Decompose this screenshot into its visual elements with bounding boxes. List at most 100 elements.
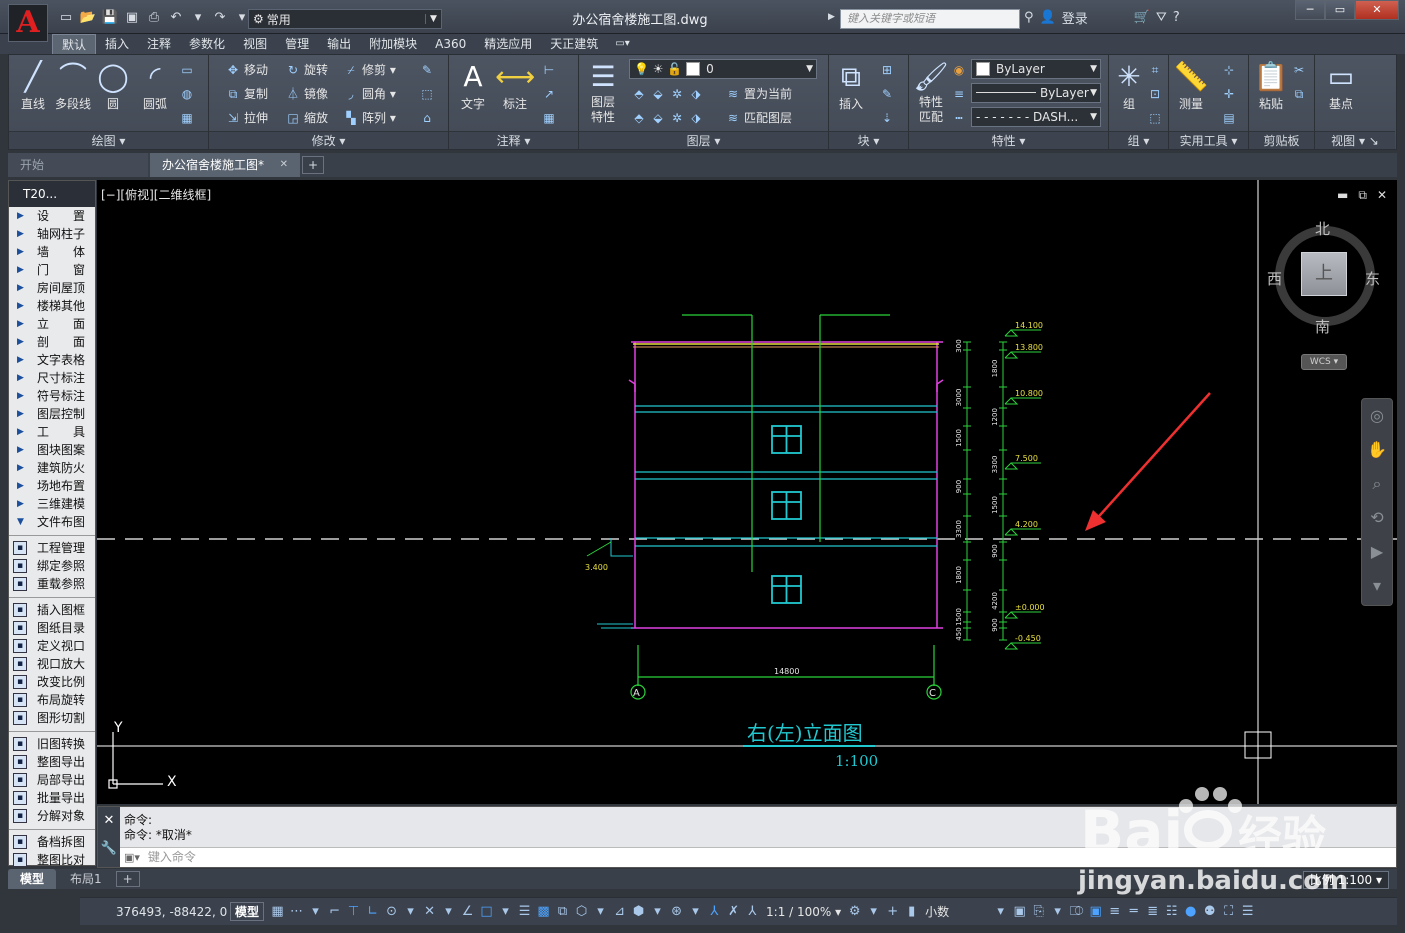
linetype-icon[interactable]: ┅ [951,107,970,129]
selection-filter-icon[interactable]: ⬢ [629,904,648,919]
gizmo-icon[interactable]: ⊛ [667,904,686,919]
workspace-dropdown[interactable]: ⚙ 常用 ▼ [248,9,442,29]
region-button[interactable]: ▦ [179,107,198,129]
clean-screen-icon[interactable]: ≡ [1105,904,1124,919]
group-button[interactable]: ✳ 组 [1109,59,1149,112]
palette-item[interactable]: ▶ 房间屋顶 [9,279,95,297]
annotation-scale-icon[interactable]: ⅄ [743,904,762,919]
lineweight-dropdown[interactable]: ByLayer ▼ [971,83,1101,103]
redo-icon[interactable]: ↷ [210,8,230,28]
drawing-canvas[interactable]: [−][俯视][二维线框] ▬ ⧉ ✕ A C 14800 3.400 300 … [97,180,1397,804]
user-icon[interactable]: 👤 [1040,10,1056,25]
palette-item[interactable]: ▶ 立 面 [9,315,95,333]
close-icon[interactable]: ✕ [98,807,120,835]
cut-button[interactable]: ✂ [1291,59,1310,81]
copy-button[interactable]: ⧉ 复制 [225,83,268,105]
annotation-monitor-icon[interactable]: ═ [1124,904,1143,919]
panel-annotation-title[interactable]: 注释 ▾ [449,131,578,149]
group-edit-button[interactable]: ⊡ [1147,83,1166,105]
dynamic-ucs-icon[interactable]: ⊿ [610,904,629,919]
color-dropdown[interactable]: ByLayer ▼ [971,59,1101,79]
lineweight-icon[interactable]: ≡ [951,83,970,105]
palette-item[interactable]: ▪ 插入图框 [9,601,95,619]
palette-item[interactable]: ▪ 绑定参照 [9,557,95,575]
add-layout-button[interactable]: + [115,871,140,887]
group-select-button[interactable]: ⬚ [1147,107,1166,129]
line-button[interactable]: ╱ 直线 [13,59,53,112]
palette-item[interactable]: ▪ 改变比例 [9,673,95,691]
minimize-icon[interactable]: ─ [1295,0,1325,20]
text-button[interactable]: A 文字 [453,59,493,112]
array-button[interactable]: ▚ 阵列 ▾ [343,107,395,129]
trim-button[interactable]: ⌿ 修剪 ▾ [343,59,395,81]
search-input[interactable]: 键入关键字或短语 [840,9,1020,29]
create-block-button[interactable]: ⊞ [879,59,898,81]
palette-item[interactable]: ▪ 重载参照 [9,575,95,593]
palette-item[interactable]: ▶ 建筑防火 [9,459,95,477]
panel-groups-title[interactable]: 组 ▾ [1109,131,1168,149]
palette-item[interactable]: ▪ 图纸目录 [9,619,95,637]
tab-start[interactable]: 开始 [8,153,148,177]
palette-item[interactable]: ▶ 尺寸标注 [9,369,95,387]
orbit-icon[interactable]: ⟲ [1362,501,1392,535]
object-tracking-icon[interactable]: ∠ [458,904,477,919]
tab-tianzheng[interactable]: 天正建筑 [541,34,607,54]
workspace-switch-icon[interactable]: ⚙ [845,904,864,919]
a360-icon[interactable]: ⛛ [1156,10,1167,25]
paste-button[interactable]: 📋 粘贴 [1251,59,1291,112]
save-as-icon[interactable]: ▣ [122,8,142,28]
compass-west[interactable]: 西 [1267,268,1282,289]
palette-item[interactable]: ▪ 整图导出 [9,753,95,771]
set-current-button[interactable]: ≋ 置为当前 [725,83,792,105]
snap-dropdown-icon[interactable]: ▾ [306,904,325,919]
palette-item[interactable]: ▶ 设 置 [9,207,95,225]
attribute-button[interactable]: ⇣ [879,107,898,129]
polar-icon[interactable]: ⊙ [382,904,401,919]
close-icon[interactable]: ✕ [1355,0,1399,20]
showmotion-icon[interactable]: ▶ [1362,535,1392,569]
match-layer-button[interactable]: ≋ 匹配图层 [725,107,792,129]
zoom-icon[interactable]: ⌕ [1362,467,1392,501]
gizmo-dropdown-icon[interactable]: ▾ [686,904,705,919]
units-dropdown[interactable]: 小数 [921,903,991,920]
edit-block-button[interactable]: ✎ [879,83,898,105]
snap-icon[interactable]: ⋯ [287,904,306,919]
point-button[interactable]: ✛ [1221,83,1240,105]
palette-item[interactable]: ▪ 工程管理 [9,539,95,557]
tab-annotate[interactable]: 注释 [138,34,180,54]
open-file-icon[interactable]: 📂 [78,8,98,28]
palette-item[interactable]: ▶ 场地布置 [9,477,95,495]
palette-item[interactable]: ▪ 备档拆图 [9,833,95,851]
palette-item[interactable]: ▪ 视口放大 [9,655,95,673]
isodraft-dropdown-icon[interactable]: ▾ [439,904,458,919]
stretch-button[interactable]: ⇲ 拉伸 [225,107,268,129]
tab-view[interactable]: 视图 [234,34,276,54]
explode-button[interactable]: ⬚ [419,83,438,105]
polyline-button[interactable]: ⌒ 多段线 [53,59,93,112]
ortho-icon[interactable]: ∟ [363,904,382,919]
fillet-button[interactable]: ◞ 圆角 ▾ [343,83,396,105]
palette-item[interactable]: ▪ 局部导出 [9,771,95,789]
arc-button[interactable]: ◜ 圆弧 [135,59,175,112]
palette-item[interactable]: ▪ 旧图转换 [9,735,95,753]
add-icon[interactable]: + [883,904,902,919]
coordinates-readout[interactable]: 376493, -88422, 0 [80,905,230,919]
tab-active-drawing[interactable]: 办公宿舍楼施工图* ✕ [150,153,300,177]
units-icon[interactable]: ▮ [902,904,921,919]
measure-button[interactable]: 📏 测量 [1171,59,1211,112]
compass-north[interactable]: 北 [1315,218,1330,239]
selection-cycling-icon[interactable]: ⧉ [553,904,572,919]
table-button[interactable]: ▦ [541,107,560,129]
undo-dropdown-icon[interactable]: ▾ [188,8,208,28]
copy-clip-button[interactable]: ⧉ [1291,83,1310,105]
panel-properties-title[interactable]: 特性 ▾ [909,131,1108,149]
pan-icon[interactable]: ✋ [1362,433,1392,467]
palette-item[interactable]: ▪ 批量导出 [9,789,95,807]
palette-item[interactable]: ▪ 定义视口 [9,637,95,655]
panel-modify-title[interactable]: 修改 ▾ [209,131,448,149]
rectangle-button[interactable]: ▭ [179,59,198,81]
workspace-switch-dropdown-icon[interactable]: ▾ [864,904,883,919]
layer-dropdown[interactable]: 💡 ☀ 🔓 0 ▼ [629,59,817,79]
command-prompt-icon[interactable]: ▣▾ [124,851,140,864]
wcs-menu[interactable]: WCS ▾ [1301,354,1347,370]
